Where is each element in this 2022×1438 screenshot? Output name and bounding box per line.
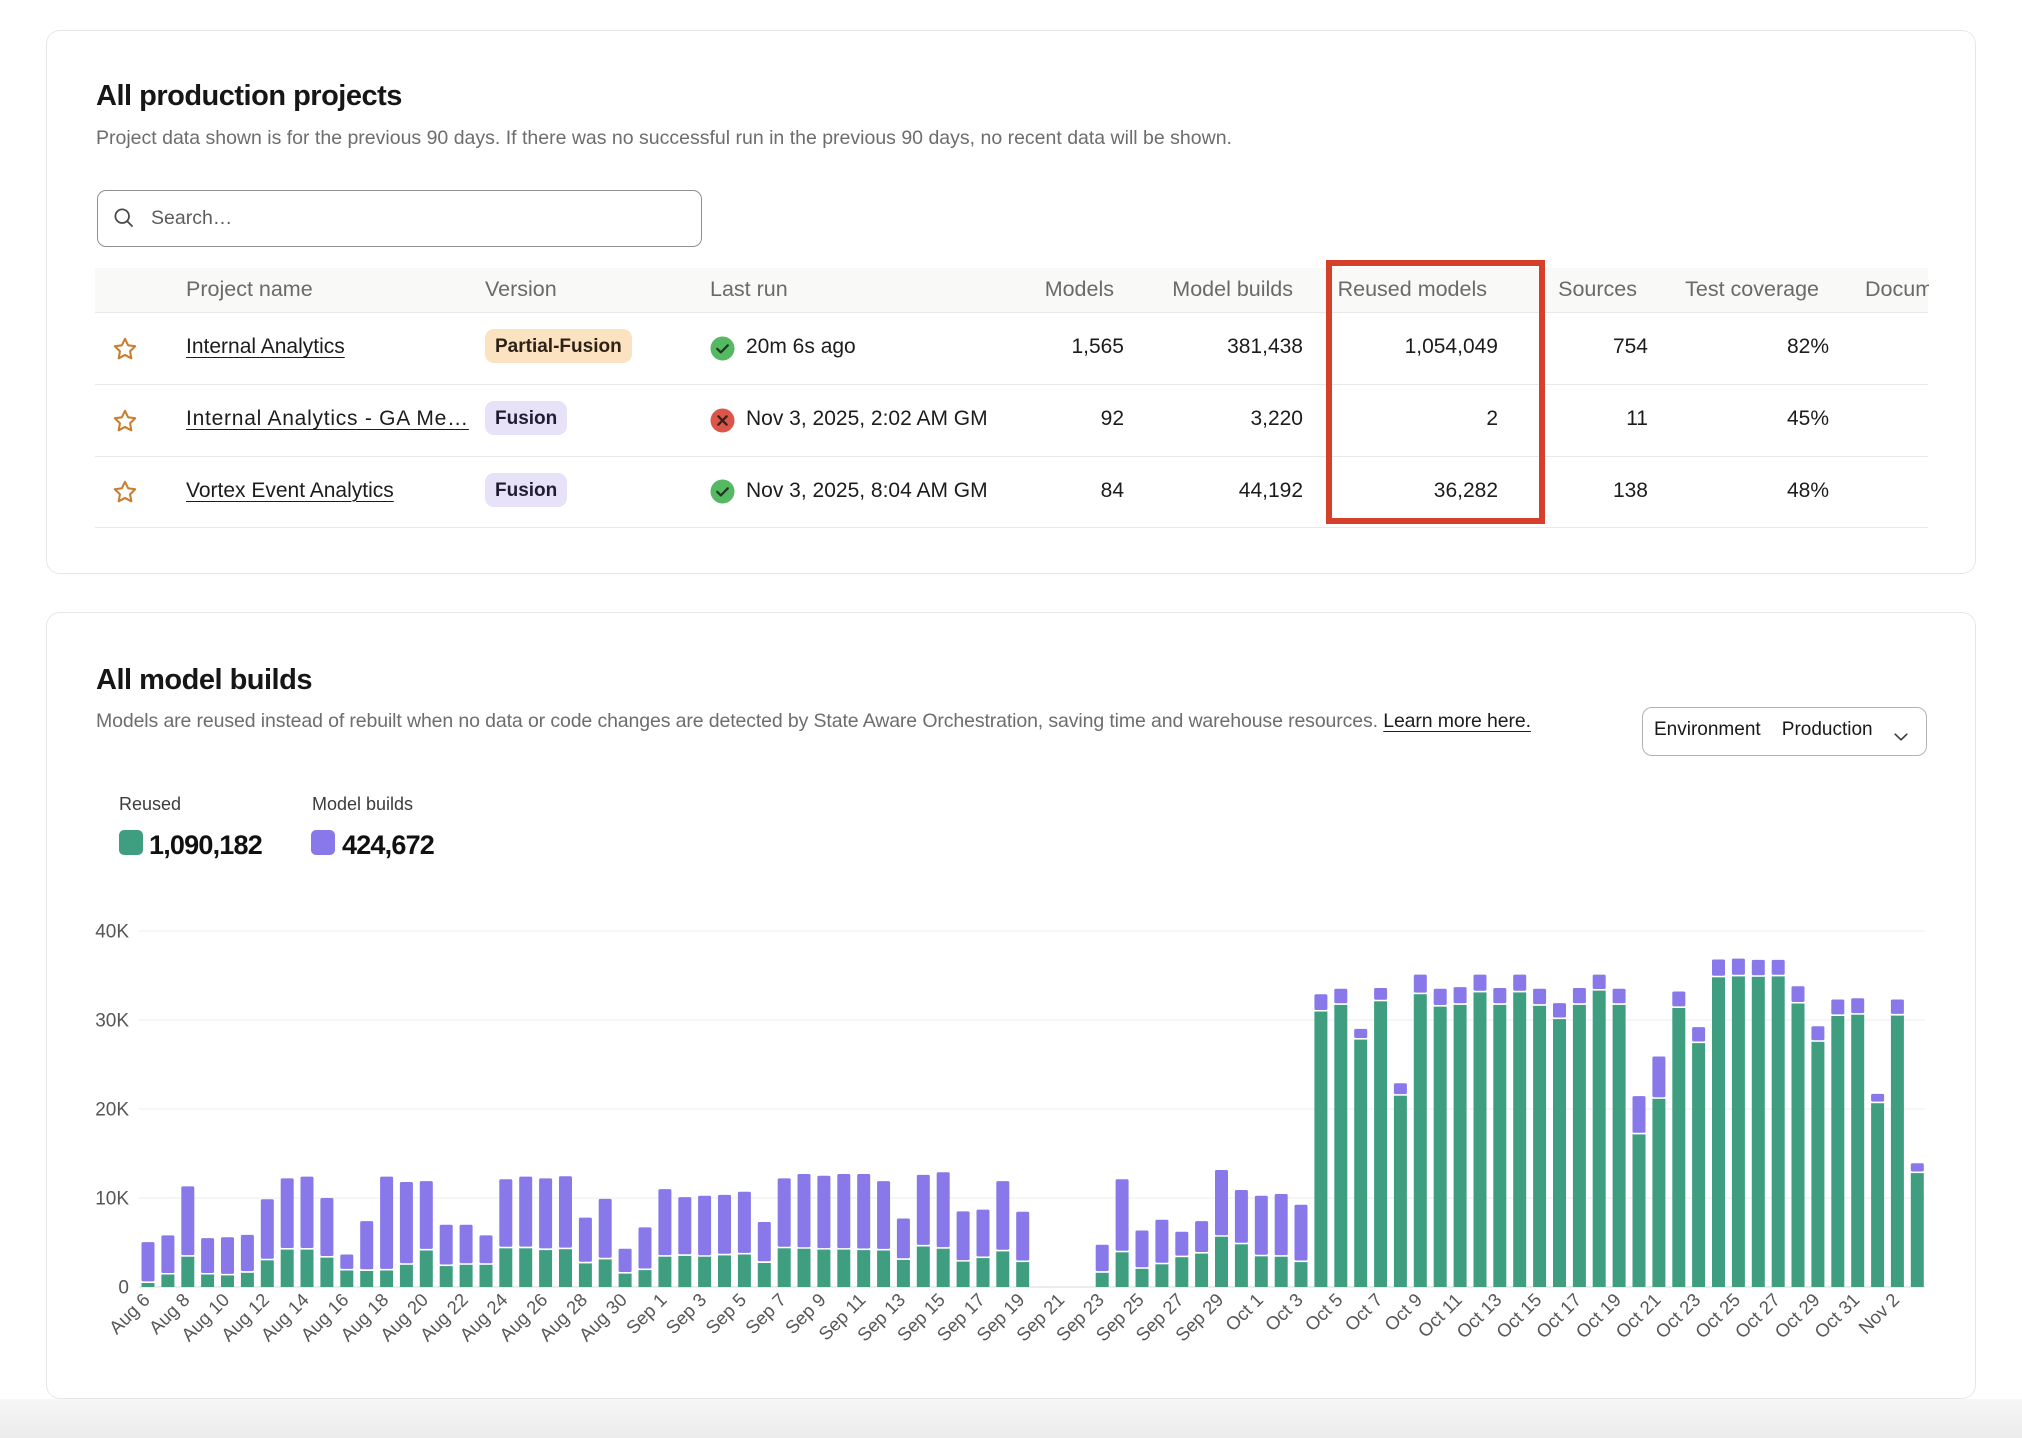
svg-text:Oct 5: Oct 5: [1301, 1289, 1347, 1335]
svg-text:Aug 6: Aug 6: [105, 1289, 154, 1338]
svg-text:Oct 1: Oct 1: [1221, 1289, 1267, 1335]
svg-text:Sep 5: Sep 5: [701, 1289, 750, 1338]
svg-text:Oct 3: Oct 3: [1261, 1289, 1307, 1335]
svg-text:Sep 3: Sep 3: [661, 1289, 710, 1338]
svg-text:30K: 30K: [95, 1011, 129, 1032]
svg-text:20K: 20K: [95, 1100, 129, 1121]
svg-text:40K: 40K: [95, 922, 129, 943]
svg-text:0: 0: [118, 1278, 129, 1299]
svg-text:10K: 10K: [95, 1189, 129, 1210]
svg-text:Oct 7: Oct 7: [1340, 1289, 1386, 1335]
svg-text:Oct 31: Oct 31: [1810, 1289, 1863, 1342]
svg-text:Sep 1: Sep 1: [622, 1289, 671, 1338]
svg-text:Nov 2: Nov 2: [1854, 1289, 1903, 1338]
svg-text:Sep 7: Sep 7: [741, 1289, 790, 1338]
